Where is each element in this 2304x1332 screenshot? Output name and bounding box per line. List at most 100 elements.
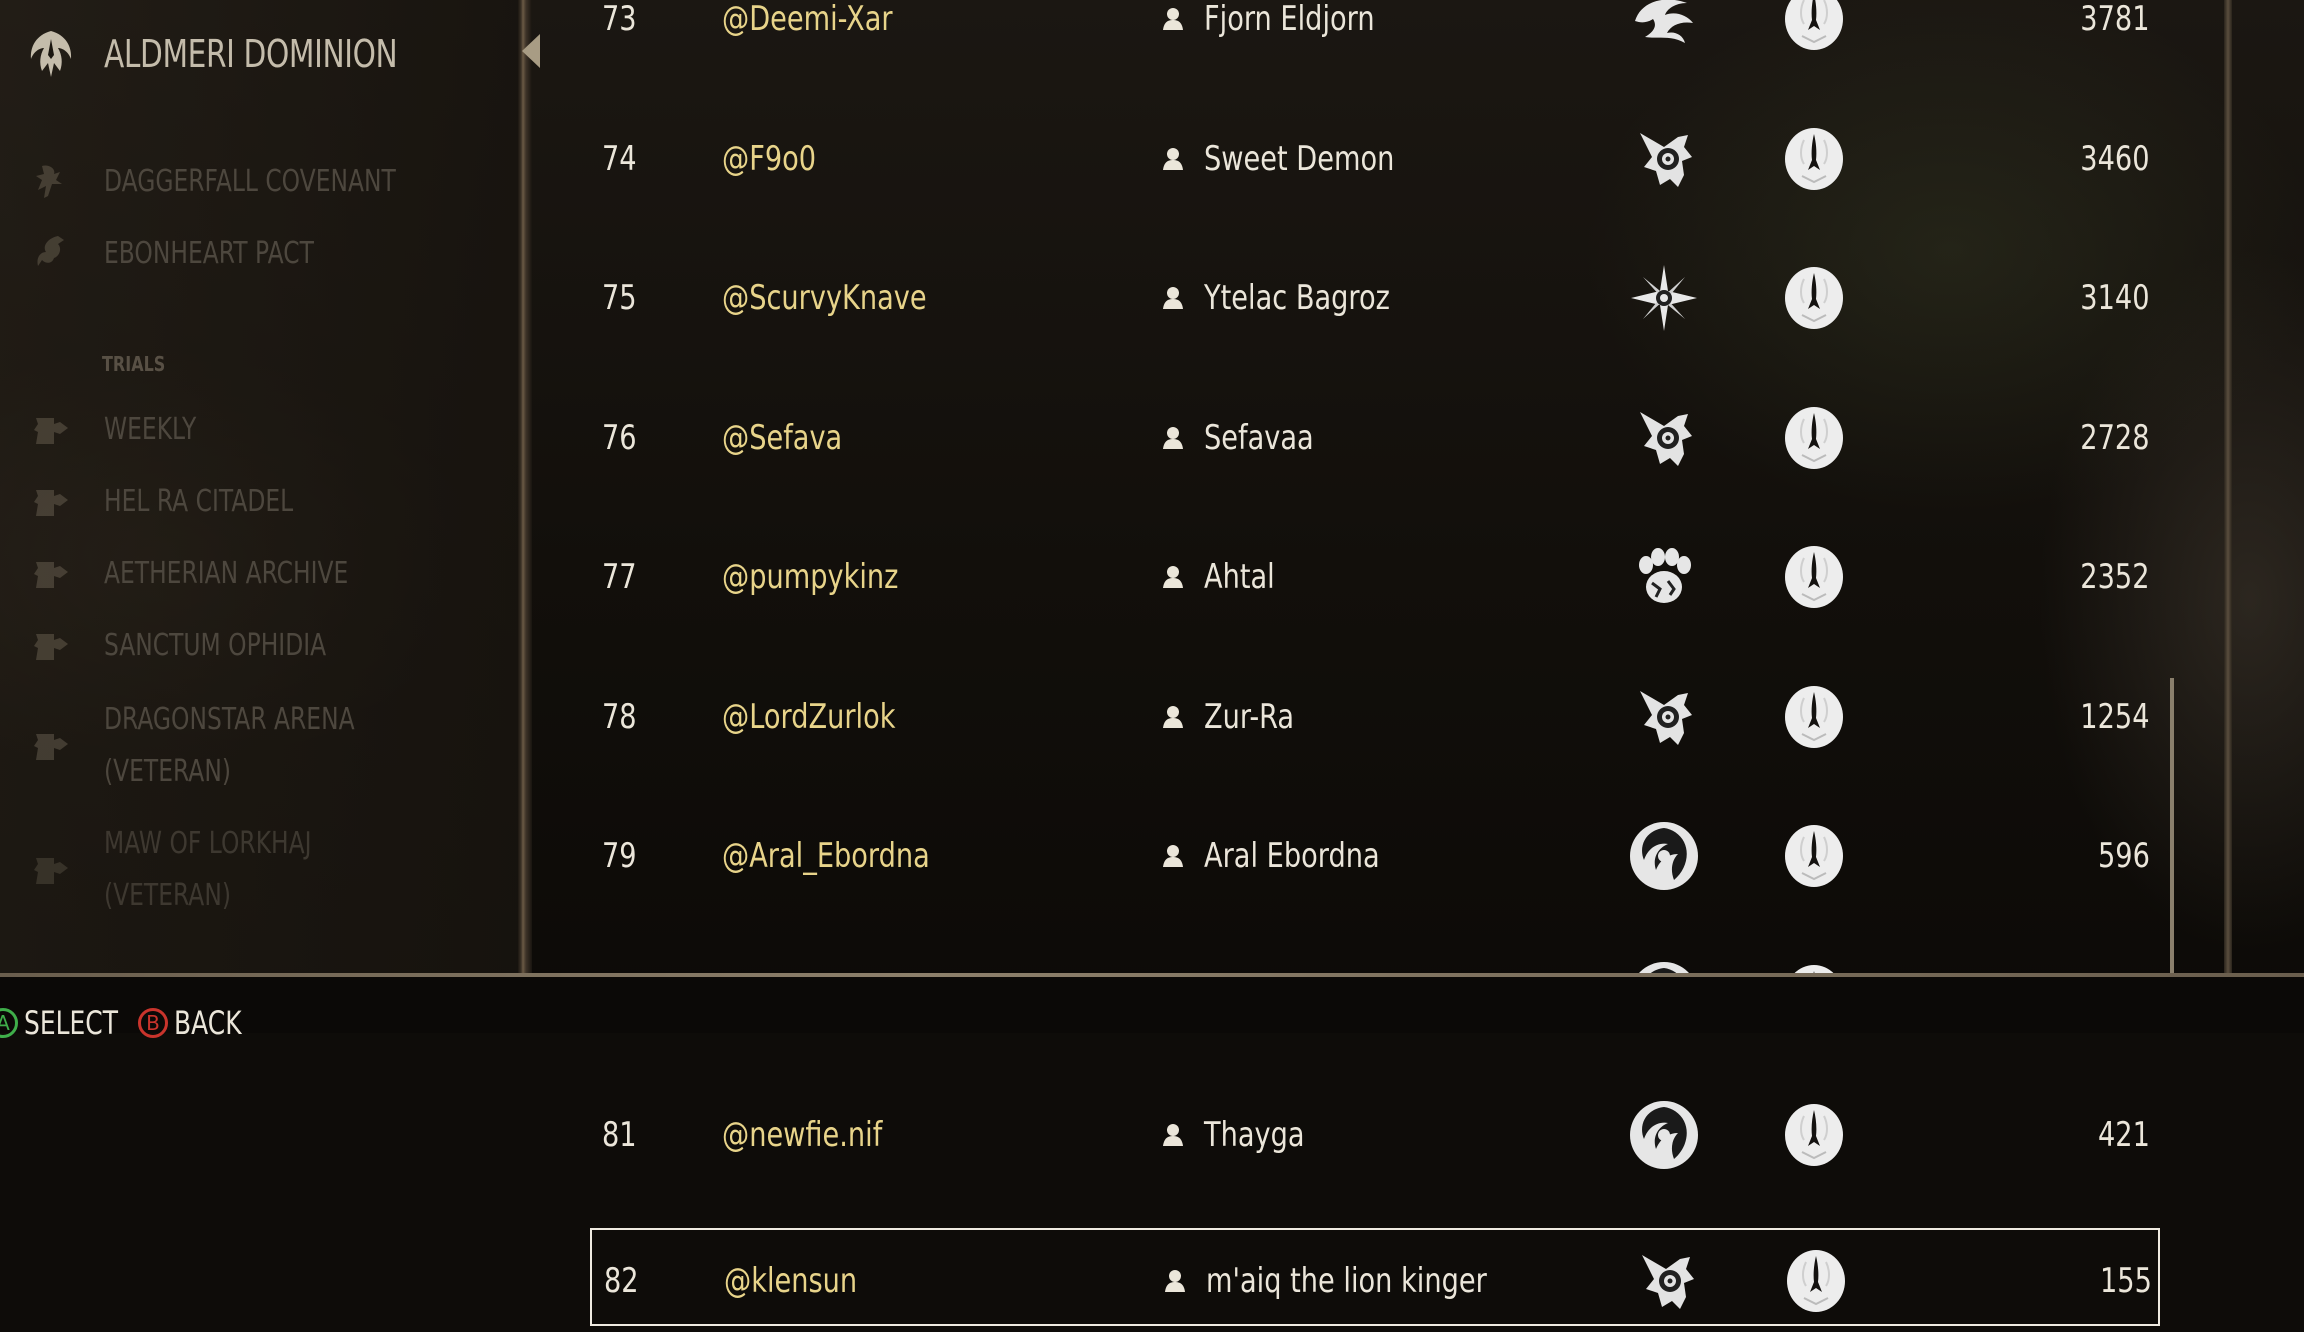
nightblade-icon bbox=[1626, 108, 1702, 210]
person-icon bbox=[1162, 805, 1188, 907]
nightblade-icon bbox=[1626, 387, 1702, 489]
score: 3781 bbox=[2080, 0, 2150, 39]
aldmeri-eagle-icon bbox=[30, 31, 72, 77]
rank: 82 bbox=[604, 1260, 639, 1301]
sidebar-item-label: Aetherian Archive bbox=[104, 556, 349, 591]
sidebar-item-label: Daggerfall Covenant bbox=[104, 164, 396, 199]
score: 596 bbox=[2098, 836, 2150, 876]
sidebar-collapse-arrow-icon[interactable] bbox=[522, 34, 540, 68]
sidebar-item-label: Sanctum Ophidia bbox=[104, 628, 327, 663]
trial-icon bbox=[34, 562, 68, 588]
rank: 73 bbox=[602, 0, 637, 39]
leaderboard-row[interactable]: 81 @newfie.nif Thayga 421 bbox=[590, 1084, 2160, 1186]
sorcerer-icon bbox=[1626, 1084, 1702, 1186]
trial-icon bbox=[34, 490, 68, 516]
back-keybind[interactable]: B Back bbox=[138, 1004, 261, 1042]
sidebar-item-label: Hel Ra Citadel bbox=[104, 484, 294, 519]
b-button-icon: B bbox=[138, 1008, 168, 1038]
person-icon bbox=[1162, 108, 1188, 210]
aldmeri-eagle-icon bbox=[1782, 108, 1846, 210]
person-icon bbox=[1162, 526, 1188, 628]
sidebar-item-label: Dragonstar Arena (Veteran) bbox=[104, 702, 355, 789]
account-name: @F9o0 bbox=[722, 138, 817, 179]
trial-icon bbox=[34, 858, 68, 884]
dragon-icon bbox=[37, 236, 64, 266]
leaderboard-row[interactable]: 73 @Deemi-Xar Fjorn Eldjorn 3781 bbox=[590, 0, 2160, 70]
sidebar-item-aetherian-archive[interactable]: Aetherian Archive bbox=[28, 548, 417, 600]
rank: 74 bbox=[602, 138, 637, 179]
account-name: @Deemi-Xar bbox=[722, 0, 893, 39]
sidebar-item-dragonstar-arena[interactable]: Dragonstar Arena (Veteran) bbox=[28, 694, 425, 798]
person-icon bbox=[1162, 666, 1188, 768]
account-name: @LordZurlok bbox=[722, 696, 896, 737]
score: 3460 bbox=[2080, 138, 2150, 179]
sidebar-item-ebonheart-pact[interactable]: Ebonheart Pact bbox=[28, 228, 373, 280]
character-name: Ytelac Bagroz bbox=[1204, 278, 1390, 318]
person-icon bbox=[1162, 387, 1188, 489]
trial-icon bbox=[34, 734, 68, 760]
templar-icon bbox=[1626, 247, 1702, 349]
footer-bar bbox=[0, 977, 2304, 1033]
score: 155 bbox=[2100, 1260, 2152, 1301]
leaderboard-row[interactable]: 77 @pumpykinz Ahtal 2352 bbox=[590, 526, 2160, 628]
select-label: Select bbox=[24, 1004, 118, 1042]
character-name: Ahtal bbox=[1204, 557, 1275, 597]
character-name: Zur-Ra bbox=[1204, 696, 1295, 737]
sidebar-item-weekly[interactable]: Weekly bbox=[28, 404, 222, 456]
person-icon bbox=[1164, 1230, 1190, 1332]
character-name: Thayga bbox=[1204, 1115, 1305, 1155]
sidebar-item-daggerfall-covenant[interactable]: Daggerfall Covenant bbox=[28, 156, 478, 208]
aldmeri-eagle-icon bbox=[1782, 247, 1846, 349]
character-name: Sefavaa bbox=[1204, 417, 1314, 458]
score: 421 bbox=[2098, 1115, 2150, 1155]
select-keybind[interactable]: A Select bbox=[0, 1004, 144, 1042]
lion-icon bbox=[36, 165, 62, 198]
sidebar-header[interactable]: Aldmeri Dominion bbox=[28, 22, 480, 86]
trial-icon bbox=[34, 634, 68, 660]
character-name: m'aiq the lion kinger bbox=[1206, 1260, 1487, 1301]
rank: 75 bbox=[602, 278, 637, 318]
sidebar-item-hel-ra-citadel[interactable]: Hel Ra Citadel bbox=[28, 476, 347, 528]
trial-icon bbox=[34, 418, 68, 444]
aldmeri-eagle-icon bbox=[1782, 387, 1846, 489]
account-name: @Sefava bbox=[722, 417, 843, 458]
nightblade-icon bbox=[1626, 666, 1702, 768]
character-name: Sweet Demon bbox=[1204, 138, 1395, 179]
warden-icon bbox=[1626, 526, 1702, 628]
account-name: @Aral_Ebordna bbox=[722, 836, 930, 876]
leaderboard-row[interactable]: 78 @LordZurlok Zur-Ra 1254 bbox=[590, 666, 2160, 768]
aldmeri-eagle-icon bbox=[1782, 0, 1846, 70]
rank: 78 bbox=[602, 696, 637, 737]
person-icon bbox=[1162, 1084, 1188, 1186]
aldmeri-eagle-icon bbox=[1782, 526, 1846, 628]
back-label: Back bbox=[174, 1004, 242, 1042]
character-name: Fjorn Eldjorn bbox=[1204, 0, 1375, 39]
a-button-icon: A bbox=[0, 1008, 18, 1038]
sorcerer-icon bbox=[1626, 805, 1702, 907]
list-frame-edge bbox=[2224, 0, 2232, 975]
rank: 79 bbox=[602, 836, 637, 876]
sidebar-item-maw-of-lorkhaj[interactable]: Maw of Lorkhaj (Veteran) bbox=[28, 818, 370, 922]
leaderboard-row-selected[interactable]: 82 @klensun m'aiq the lion kinger 155 bbox=[590, 1227, 2160, 1326]
leaderboard-row[interactable]: 79 @Aral_Ebordna Aral Ebordna 596 bbox=[590, 805, 2160, 907]
sidebar-divider bbox=[518, 0, 532, 975]
person-icon bbox=[1162, 0, 1188, 70]
rank: 76 bbox=[602, 417, 637, 458]
aldmeri-eagle-icon bbox=[1782, 1084, 1846, 1186]
leaderboard-row[interactable]: 76 @Sefava Sefavaa 2728 bbox=[590, 387, 2160, 489]
account-name: @pumpykinz bbox=[722, 557, 899, 597]
leaderboard-list: 73 @Deemi-Xar Fjorn Eldjorn 3781 74 @F9o0 Swee… bbox=[590, 0, 2160, 1326]
leaderboard-row[interactable]: 75 @ScurvyKnave Ytelac Bagroz 3140 bbox=[590, 247, 2160, 349]
person-icon bbox=[1162, 247, 1188, 349]
sidebar-item-label: Ebonheart Pact bbox=[104, 236, 314, 271]
sidebar: Aldmeri Dominion Daggerfall Covenant Ebo… bbox=[0, 0, 518, 975]
aldmeri-eagle-icon bbox=[1782, 805, 1846, 907]
sidebar-item-label: Weekly bbox=[104, 412, 197, 447]
scrollbar[interactable] bbox=[2170, 678, 2174, 973]
account-name: @newfie.nif bbox=[722, 1115, 883, 1155]
sidebar-item-sanctum-ophidia[interactable]: Sanctum Ophidia bbox=[28, 620, 389, 672]
nightblade-icon bbox=[1628, 1230, 1704, 1332]
leaderboard-row[interactable]: 74 @F9o0 Sweet Demon 3460 bbox=[590, 108, 2160, 210]
rank: 77 bbox=[602, 557, 637, 597]
score: 3140 bbox=[2080, 278, 2150, 318]
